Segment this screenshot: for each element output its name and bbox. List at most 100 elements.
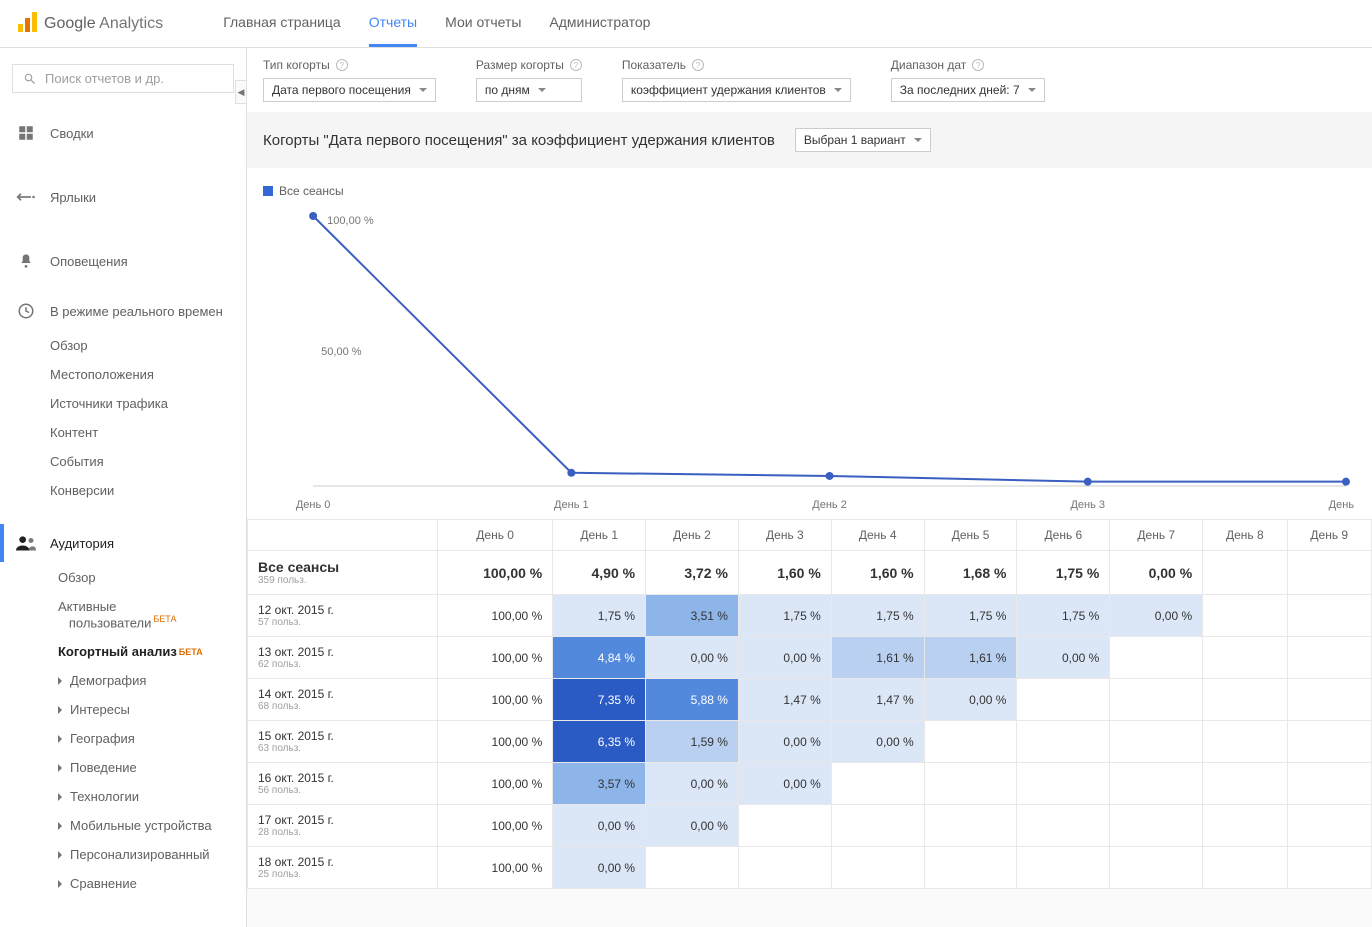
sidebar-sub-label: Сравнение [70, 876, 137, 891]
sidebar-sub-label: Интересы [70, 702, 130, 717]
caret-icon [834, 88, 842, 92]
sidebar-item[interactable]: В режиме реального времен [0, 291, 246, 331]
caret-icon [538, 88, 546, 92]
svg-text:50,00 %: 50,00 % [321, 346, 362, 358]
sidebar-item[interactable]: Сводки [0, 113, 246, 153]
nav-tab[interactable]: Администратор [549, 0, 650, 47]
sidebar-item[interactable]: Оповещения [0, 241, 246, 281]
chevron-right-icon [58, 677, 62, 685]
sidebar-sub-item[interactable]: Технологии [0, 782, 246, 811]
table-cell: 1,75 % [831, 595, 924, 637]
table-cell: 5,88 % [646, 679, 739, 721]
sidebar-sub-item[interactable]: Персонализированный [0, 840, 246, 869]
sidebar-sub-item[interactable]: Обзор [0, 331, 246, 360]
table-cell [1017, 805, 1110, 847]
table-cell [1017, 847, 1110, 889]
sidebar-sub-item[interactable]: Мобильные устройства [0, 811, 246, 840]
help-icon[interactable]: ? [692, 59, 704, 71]
svg-text:100,00 %: 100,00 % [327, 215, 374, 227]
dropdown-cohort-type[interactable]: Дата первого посещения [263, 78, 436, 102]
legend-label: Все сеансы [279, 184, 344, 198]
dropdown-metric[interactable]: коэффициент удержания клиентов [622, 78, 851, 102]
table-cell: 0,00 % [646, 805, 739, 847]
dropdown-variant[interactable]: Выбран 1 вариант [795, 128, 931, 152]
sidebar-item[interactable]: Аудитория [0, 523, 246, 563]
table-cell: 100,00 % [438, 805, 553, 847]
sidebar-search[interactable]: Поиск отчетов и др. [12, 64, 234, 93]
sidebar-sub-item[interactable]: События [0, 447, 246, 476]
table-row: 14 окт. 2015 г.68 польз.100,00 %7,35 %5,… [248, 679, 1372, 721]
dropdown-cohort-size[interactable]: по дням [476, 78, 582, 102]
svg-text:День 1: День 1 [554, 499, 589, 511]
table-cell: 1,75 % [738, 595, 831, 637]
table-cell [1017, 679, 1110, 721]
table-cell [1287, 763, 1371, 805]
app-header: Google Analytics Главная страница Отчеты М… [0, 0, 1372, 48]
chart-legend: Все сеансы [263, 184, 1356, 198]
table-cell [1287, 847, 1371, 889]
sidebar-sub-item[interactable]: Обзор [0, 563, 246, 592]
sidebar-sub-item[interactable]: Контент [0, 418, 246, 447]
sidebar-sub-item[interactable]: Интересы [0, 695, 246, 724]
table-cell [738, 805, 831, 847]
table-cell [1203, 847, 1287, 889]
chevron-right-icon [58, 822, 62, 830]
table-cell: 0,00 % [924, 679, 1017, 721]
table-cell: 0,00 % [831, 721, 924, 763]
table-cell [924, 721, 1017, 763]
table-cell [831, 805, 924, 847]
filter-metric: Показатель? коэффициент удержания клиент… [622, 58, 851, 102]
nav-tab[interactable]: Мои отчеты [445, 0, 521, 47]
table-cell: 1,59 % [646, 721, 739, 763]
table-col-header: День 5 [924, 520, 1017, 551]
table-cell: 0,00 % [738, 763, 831, 805]
table-cell [1203, 805, 1287, 847]
logo: Google Analytics [16, 10, 163, 37]
table-col-header: День 3 [738, 520, 831, 551]
table-row-label: 14 окт. 2015 г.68 польз. [248, 679, 438, 721]
help-icon[interactable]: ? [570, 59, 582, 71]
dropdown-date-range[interactable]: За последних дней: 7 [891, 78, 1045, 102]
bell-icon [16, 251, 36, 271]
sidebar-item-label: Оповещения [50, 254, 128, 269]
filter-cohort-size: Размер когорты? по дням [476, 58, 582, 102]
sidebar-sub-label: Демография [70, 673, 146, 688]
sidebar-sub-item[interactable]: Местоположения [0, 360, 246, 389]
help-icon[interactable]: ? [336, 59, 348, 71]
table-cell [924, 805, 1017, 847]
sidebar-item-label: Аудитория [50, 536, 114, 551]
active-indicator [0, 524, 4, 562]
table-cell: 100,00 % [438, 763, 553, 805]
search-placeholder: Поиск отчетов и др. [45, 71, 164, 86]
sidebar-sub-item[interactable]: Сравнение [0, 869, 246, 898]
sidebar-sub-item[interactable]: Источники трафика [0, 389, 246, 418]
table-cell [738, 847, 831, 889]
table-cell: 3,51 % [646, 595, 739, 637]
sidebar-item[interactable]: Ярлыки [0, 177, 246, 217]
realtime-icon [16, 301, 36, 321]
table-cell [1203, 679, 1287, 721]
caret-icon [914, 138, 922, 142]
sidebar-sub-item[interactable]: Когортный анализБЕТА [0, 637, 246, 666]
nav-tab[interactable]: Главная страница [223, 0, 341, 47]
sidebar-sub-item[interactable]: Поведение [0, 753, 246, 782]
svg-text:День 2: День 2 [812, 499, 847, 511]
table-total-cell: 3,72 % [646, 551, 739, 595]
sidebar-collapse-handle[interactable]: ◀ [235, 80, 247, 104]
help-icon[interactable]: ? [972, 59, 984, 71]
table-cell: 0,00 % [646, 637, 739, 679]
table-cell: 0,00 % [738, 637, 831, 679]
table-col-header: День 9 [1287, 520, 1371, 551]
table-cell: 0,00 % [1110, 595, 1203, 637]
sidebar-sub-item[interactable]: Демография [0, 666, 246, 695]
table-cell: 0,00 % [553, 847, 646, 889]
sidebar-sub-item[interactable]: Активные пользователиБЕТА [0, 592, 246, 637]
table-row-label: 12 окт. 2015 г.57 польз. [248, 595, 438, 637]
table-total-cell: 0,00 % [1110, 551, 1203, 595]
sidebar-sub-item[interactable]: География [0, 724, 246, 753]
chevron-right-icon [58, 880, 62, 888]
nav-tab[interactable]: Отчеты [369, 0, 417, 47]
sidebar-sub-item[interactable]: Конверсии [0, 476, 246, 505]
table-cell [1287, 805, 1371, 847]
audience-icon [16, 533, 36, 553]
